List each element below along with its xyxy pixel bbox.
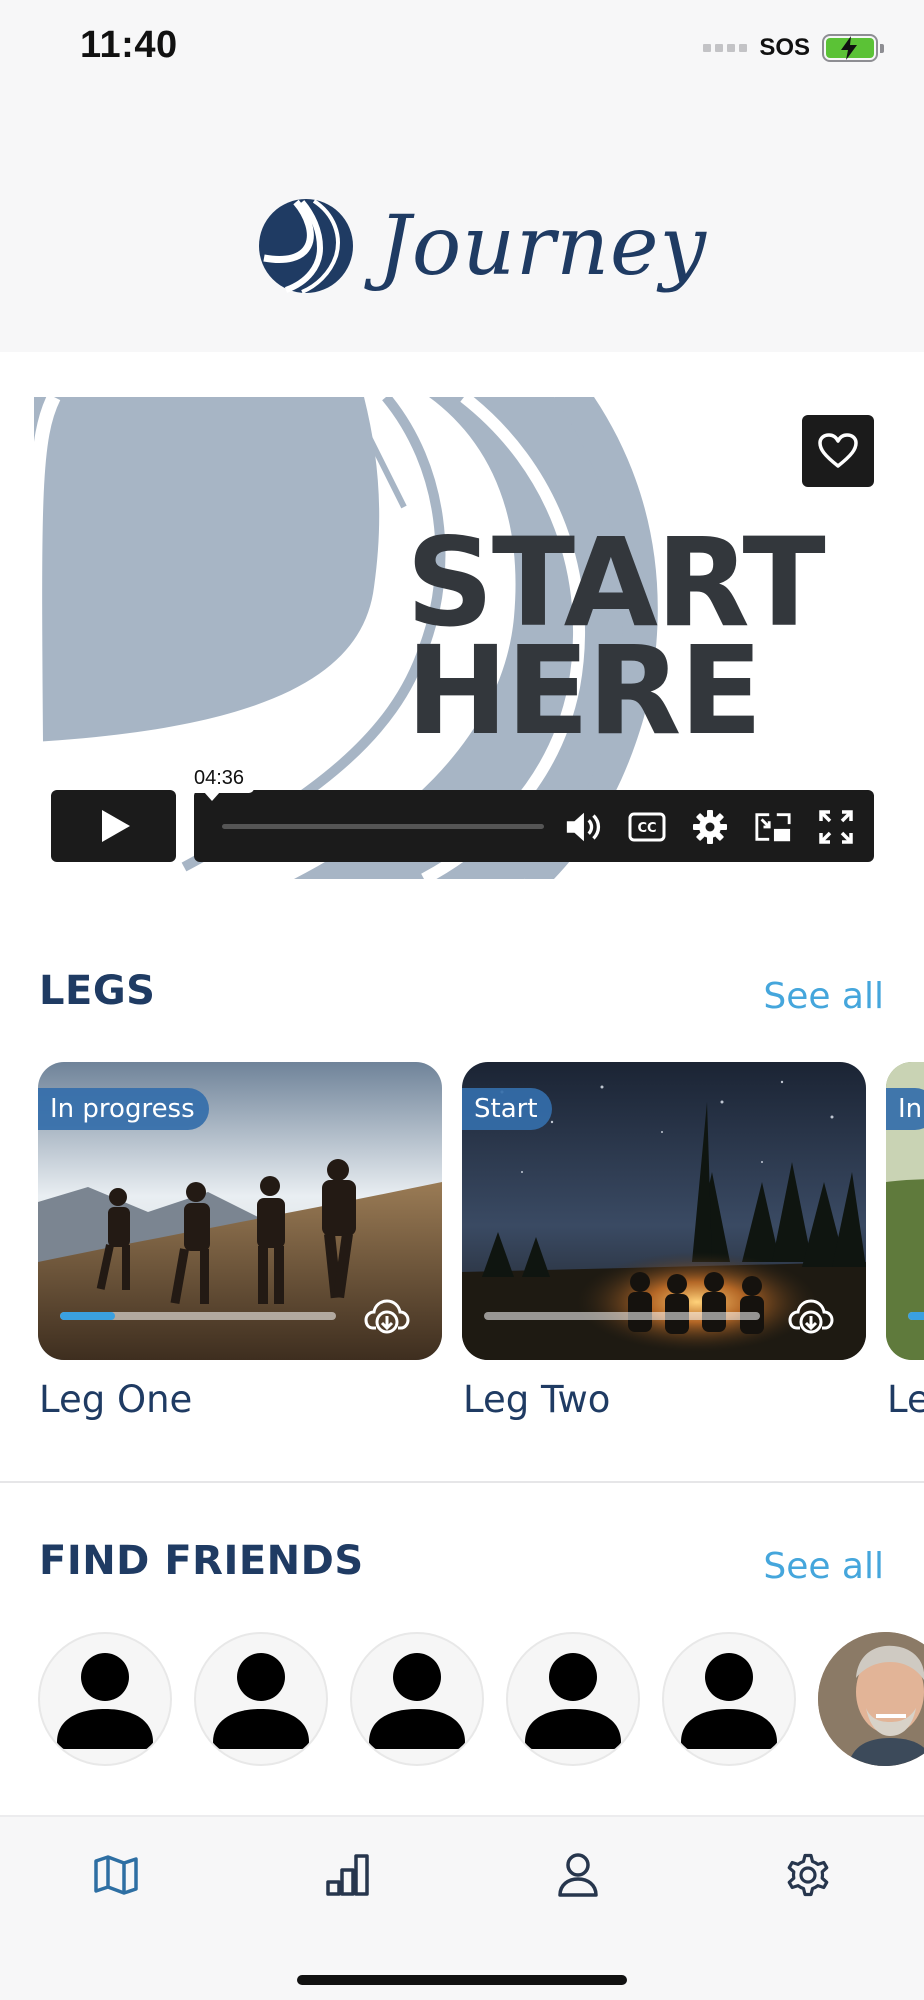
- leg-name[interactable]: Leg Two: [463, 1378, 610, 1421]
- download-icon[interactable]: [364, 1296, 410, 1336]
- friend-avatar[interactable]: [194, 1632, 328, 1766]
- leg-progress-bar: [60, 1312, 336, 1320]
- journey-logo: Journey: [256, 196, 707, 296]
- person-placeholder-icon: [213, 1653, 309, 1749]
- person-placeholder-icon: [681, 1653, 777, 1749]
- svg-text:CC: CC: [637, 821, 656, 836]
- leg-status-badge: In progress: [38, 1088, 209, 1130]
- person-placeholder-icon: [57, 1653, 153, 1749]
- tab-profile[interactable]: [548, 1845, 608, 1905]
- friend-avatar[interactable]: [350, 1632, 484, 1766]
- brand-name: Journey: [378, 198, 707, 294]
- legs-section-title: LEGS: [39, 968, 156, 1014]
- friend-avatar[interactable]: [662, 1632, 796, 1766]
- leg-progress-bar: [908, 1312, 924, 1320]
- person-placeholder-icon: [369, 1653, 465, 1749]
- legs-see-all-link[interactable]: See all: [763, 976, 884, 1017]
- friends-section-title: FIND FRIENDS: [39, 1538, 364, 1584]
- tab-progress[interactable]: [318, 1845, 378, 1905]
- fullscreen-icon[interactable]: [817, 808, 855, 846]
- profile-icon: [558, 1853, 598, 1897]
- signal-icon: [703, 44, 748, 52]
- play-icon: [101, 810, 130, 842]
- map-icon: [94, 1855, 138, 1895]
- tab-journey-map[interactable]: [86, 1845, 146, 1905]
- captions-icon[interactable]: CC: [628, 808, 666, 846]
- video-scrubber[interactable]: [222, 824, 544, 829]
- download-icon[interactable]: [788, 1296, 834, 1336]
- friend-photo: [818, 1632, 924, 1766]
- play-button[interactable]: [51, 790, 176, 862]
- heart-icon: [818, 433, 858, 468]
- stats-icon: [326, 1854, 369, 1896]
- bottom-tab-bar: [0, 1815, 924, 2000]
- leg-name[interactable]: Le: [887, 1378, 924, 1421]
- section-divider: [0, 1481, 924, 1483]
- journey-logo-icon: [259, 199, 353, 294]
- friend-avatar[interactable]: [38, 1632, 172, 1766]
- carrier-label: SOS: [759, 34, 810, 61]
- leg-progress-bar: [484, 1312, 760, 1320]
- app-screen: 11:40 SOS Journey START HERE CC 04:36 LE…: [0, 0, 924, 2000]
- header: 11:40 SOS Journey: [0, 0, 924, 352]
- leg-card-three[interactable]: In: [886, 1062, 924, 1360]
- volume-icon[interactable]: [564, 808, 602, 846]
- tab-settings[interactable]: [778, 1845, 838, 1905]
- leg-card-two[interactable]: Start: [462, 1062, 866, 1360]
- status-indicators: SOS: [703, 34, 884, 62]
- video-duration-tooltip: 04:36: [184, 763, 255, 801]
- leg-status-badge: In: [886, 1088, 924, 1130]
- leg-status-badge: Start: [462, 1088, 552, 1130]
- person-placeholder-icon: [525, 1653, 621, 1749]
- battery-icon: [822, 34, 884, 62]
- picture-in-picture-icon[interactable]: [754, 808, 792, 846]
- settings-gear-icon[interactable]: [691, 808, 729, 846]
- friends-see-all-link[interactable]: See all: [763, 1546, 884, 1587]
- home-indicator: [297, 1975, 627, 1985]
- settings-icon: [787, 1853, 829, 1897]
- leg-card-one[interactable]: In progress: [38, 1062, 442, 1360]
- friend-avatar-photo[interactable]: [818, 1632, 924, 1766]
- video-title: START HERE: [406, 522, 826, 752]
- leg-name[interactable]: Leg One: [39, 1378, 192, 1421]
- intro-video-player[interactable]: START HERE CC 04:36: [34, 397, 874, 879]
- status-time: 11:40: [80, 24, 178, 66]
- favorite-button[interactable]: [802, 415, 874, 487]
- friend-avatar[interactable]: [506, 1632, 640, 1766]
- video-controls: CC: [194, 790, 874, 862]
